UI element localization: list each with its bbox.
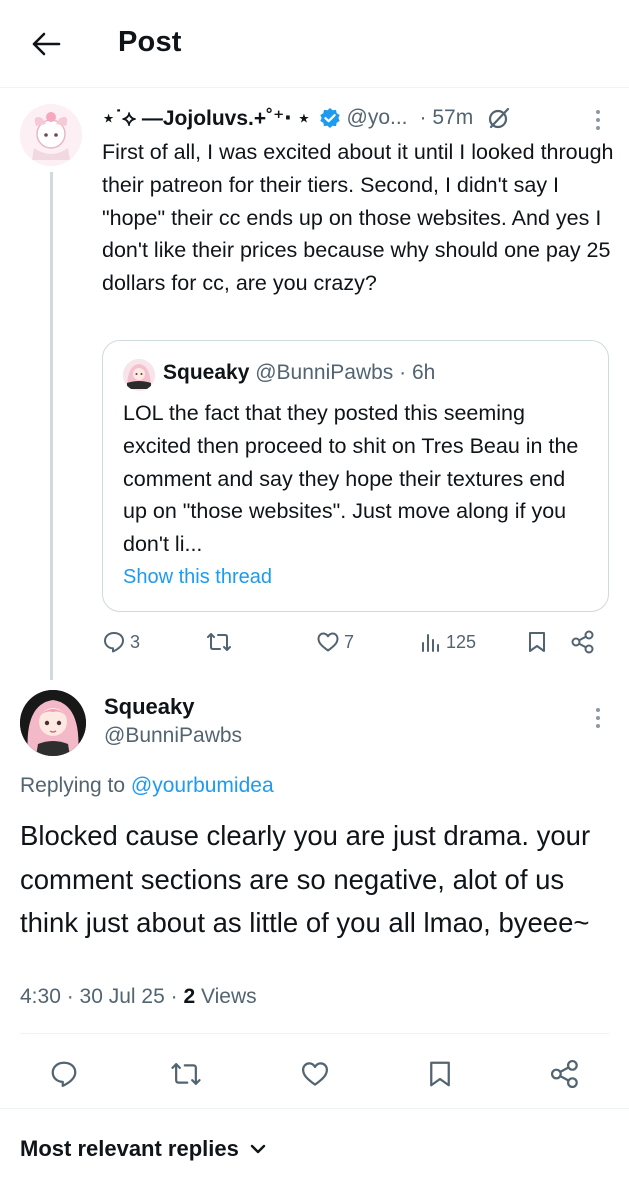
replies-sort-label: Most relevant replies xyxy=(20,1136,239,1161)
author-handle[interactable]: @BunniPawbs xyxy=(104,724,242,748)
avatar-image xyxy=(20,104,82,166)
views-count: 2 xyxy=(183,985,196,1008)
avatar[interactable] xyxy=(20,690,86,756)
author-name[interactable]: Squeaky xyxy=(104,694,195,720)
parent-post-actions: 3 7 125 xyxy=(102,626,602,658)
reply-icon xyxy=(104,632,124,653)
chevron-down-icon xyxy=(249,1142,267,1156)
quoted-author-meta: @BunniPawbs · 6h xyxy=(255,361,436,384)
views-button[interactable]: 125 xyxy=(420,626,476,658)
thread-line xyxy=(50,172,53,680)
back-button[interactable] xyxy=(26,24,66,64)
heart-icon xyxy=(302,1062,328,1086)
like-button[interactable] xyxy=(295,1054,335,1094)
like-button[interactable]: 7 xyxy=(316,626,354,658)
reply-button[interactable] xyxy=(44,1054,84,1094)
share-button[interactable] xyxy=(545,1054,585,1094)
share-icon xyxy=(571,630,594,654)
post-text: Blocked cause clearly you are just drama… xyxy=(20,820,591,938)
avatar xyxy=(123,359,155,391)
reply-button[interactable]: 3 xyxy=(102,626,140,658)
repost-icon xyxy=(207,633,231,651)
quoted-post-header: Squeaky @BunniPawbs · 6h xyxy=(163,361,435,385)
bookmark-icon xyxy=(529,632,545,652)
author-name[interactable]: ⋆˙⟡ —Jojoluvs.+˚⁺‧ ⋆ xyxy=(102,106,311,131)
share-icon xyxy=(550,1059,578,1089)
more-options-icon[interactable] xyxy=(588,106,608,134)
bookmark-icon xyxy=(430,1061,450,1087)
author-handle[interactable]: @yo... xyxy=(347,106,408,130)
bookmark-button[interactable] xyxy=(420,1054,460,1094)
post-metadata: 4:30 · 30 Jul 25 · 2 Views xyxy=(20,985,257,1009)
verified-badge-icon xyxy=(319,107,341,129)
replies-sort-dropdown[interactable]: Most relevant replies xyxy=(20,1136,267,1162)
page-title: Post xyxy=(118,26,182,58)
bar-chart-icon xyxy=(422,634,439,652)
repost-button[interactable] xyxy=(206,626,232,658)
avatar[interactable] xyxy=(20,104,82,166)
divider xyxy=(0,1108,629,1109)
replying-to-handle-link[interactable]: @yourbumidea xyxy=(131,774,274,797)
grok-icon[interactable] xyxy=(487,106,511,130)
quoted-author-name: Squeaky xyxy=(163,361,250,384)
like-count: 7 xyxy=(344,631,355,652)
bookmark-button[interactable] xyxy=(526,626,548,658)
repost-button[interactable] xyxy=(166,1054,206,1094)
show-thread-link[interactable]: Show this thread xyxy=(123,566,272,589)
replying-to: Replying to @yourbumidea xyxy=(20,774,274,798)
reply-icon xyxy=(51,1061,77,1087)
replying-to-label: Replying to xyxy=(20,774,126,797)
main-post-actions xyxy=(0,1054,629,1094)
post-timestamp[interactable]: 4:30 · 30 Jul 25 · xyxy=(20,985,178,1008)
avatar-image xyxy=(20,690,86,756)
quoted-post-text: LOL the fact that they posted this seemi… xyxy=(123,401,579,557)
post-time[interactable]: · 57m xyxy=(420,106,474,130)
view-count: 125 xyxy=(446,631,477,652)
arrow-left-icon xyxy=(32,32,61,56)
post-text: First of all, I was excited about it unt… xyxy=(102,140,614,296)
divider xyxy=(20,1033,609,1034)
top-bar: Post xyxy=(0,0,629,88)
parent-post-header: ⋆˙⟡ —Jojoluvs.+˚⁺‧ ⋆ @yo... · 57m xyxy=(102,104,511,132)
share-button[interactable] xyxy=(570,626,596,658)
heart-icon xyxy=(317,632,339,652)
views-label: Views xyxy=(200,985,257,1008)
quoted-post[interactable]: Squeaky @BunniPawbs · 6h LOL the fact th… xyxy=(102,340,609,612)
more-options-icon[interactable] xyxy=(588,704,608,732)
reply-count: 3 xyxy=(130,631,141,652)
repost-icon xyxy=(171,1063,201,1085)
